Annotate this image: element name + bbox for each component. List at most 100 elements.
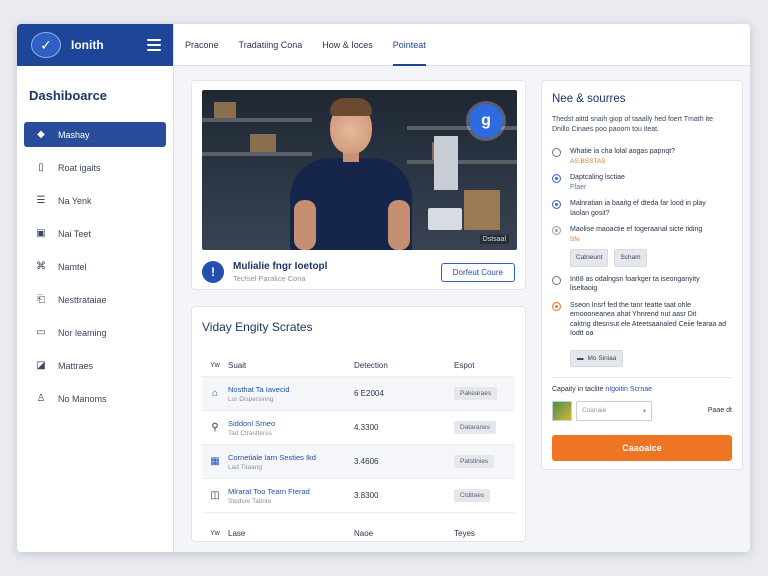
tab-tradatiing-cona[interactable]: Tradatiing Cona bbox=[239, 24, 303, 66]
laptop bbox=[428, 208, 462, 230]
row-export-pill[interactable]: Pakearaes bbox=[454, 387, 498, 400]
question-sub: Sfe bbox=[570, 235, 580, 243]
sidebar-item-namtel[interactable]: ⌘ Namtel bbox=[24, 254, 166, 279]
row-name: Siddonl Srneo Tad Ctrastterss bbox=[228, 419, 354, 437]
question-sub: Ffaer bbox=[570, 183, 587, 191]
row-subtitle: Lad Titaang bbox=[228, 463, 262, 471]
row-export-pill[interactable]: Dataranes bbox=[454, 421, 496, 434]
user-icon: ♙ bbox=[36, 393, 46, 404]
row-export-pill[interactable]: Patstinies bbox=[454, 455, 495, 468]
home-icon: ⌂ bbox=[211, 388, 219, 399]
tag-icon: ◆ bbox=[37, 129, 45, 140]
row-detection: 6 E2004 bbox=[354, 389, 384, 398]
row-detection: 3.4606 bbox=[354, 457, 379, 466]
capacity-link[interactable]: nIgoitin Scrnae bbox=[605, 386, 652, 393]
chart-icon: ◪ bbox=[36, 360, 46, 371]
question-item[interactable]: Daptcaling lsctiae Ffaer bbox=[542, 173, 742, 192]
video-title: Mulialie fngr Ioetopl bbox=[233, 261, 328, 272]
brand-badge-icon[interactable]: g bbox=[469, 104, 503, 138]
person-arm bbox=[294, 200, 316, 250]
row-subtitle: Lor Dispersinng bbox=[228, 395, 274, 403]
tab-how-ioces[interactable]: How & Ioces bbox=[322, 24, 373, 66]
image-icon: ▣ bbox=[36, 228, 46, 239]
table-footer-cell: Lase bbox=[228, 528, 246, 538]
doc-icon: ⎗ bbox=[37, 294, 45, 305]
table-row[interactable]: ⚲ Siddonl Srneo Tad Ctrastterss 4.3300 D… bbox=[202, 411, 515, 445]
table-header-cell: Espot bbox=[454, 361, 475, 370]
table-row[interactable]: ▦ Cornetiale Iarn Sesties Ikd Lad Titaan… bbox=[202, 445, 515, 479]
sidebar: ✓ Ionith Dashiboarce ◆ Mashay ▯ Roat iga… bbox=[17, 24, 174, 552]
question-sub: AS BSSTAS bbox=[570, 157, 606, 165]
primary-cta-button[interactable]: Caaoaice bbox=[552, 434, 732, 461]
tab-pracone[interactable]: Pracone bbox=[185, 24, 219, 66]
sidebar-item-nor-leaming[interactable]: ▭ Nor leaming bbox=[24, 320, 166, 345]
radio-empty-icon[interactable] bbox=[552, 275, 561, 285]
person-hair bbox=[330, 98, 372, 116]
table-header-row: Yw Suait Detection Espot bbox=[202, 355, 515, 377]
chip-catneunt[interactable]: Catneunt bbox=[570, 249, 609, 267]
panel-description: Thedst aittd snaih giop of taaally hed f… bbox=[552, 116, 713, 133]
camera-icon: ▬ bbox=[577, 354, 584, 362]
sidebar-item-roat-igaits[interactable]: ▯ Roat igaits bbox=[24, 155, 166, 180]
table-footer-cell: Naoe bbox=[354, 528, 374, 538]
select-placeholder: Coanaie bbox=[582, 407, 607, 414]
row-name: Nosthat Ta Iavecid Lor Dispersinng bbox=[228, 385, 354, 403]
table-header-cell: Detection bbox=[354, 361, 388, 370]
notes-panel: Nee & sourres Thedst aittd snaih giop of… bbox=[541, 80, 743, 470]
question-label: IntI8 as odalngsn foarkger ta iseonganyi… bbox=[570, 275, 700, 283]
question-text: Whatie ia cha lolal aogas papnqt? AS BSS… bbox=[570, 147, 675, 166]
video-text: Mulialie fngr Ioetopl Tecfsel Paralice C… bbox=[233, 261, 441, 283]
row-title: Siddonl Srneo bbox=[228, 418, 276, 428]
sidebar-item-mattraes[interactable]: ◪ Mattraes bbox=[24, 353, 166, 378]
book-icon: ◫ bbox=[210, 490, 220, 501]
question-item[interactable]: IntI8 as odalngsn foarkger ta iseonganyi… bbox=[542, 275, 742, 294]
row-name: Mlrarat Too Tearn Fterad Stedsre Tatinte bbox=[228, 487, 354, 505]
radio-alert-icon[interactable] bbox=[552, 301, 561, 311]
table-footer-row: Yw Lase Naoe Teyes bbox=[202, 523, 515, 543]
question-item[interactable]: Whatie ia cha lolal aogas papnqt? AS BSS… bbox=[542, 147, 742, 166]
row-detection: 4.3300 bbox=[354, 423, 379, 432]
mo-siniaa-chip[interactable]: ▬ Mo Siniaa bbox=[570, 349, 624, 367]
radio-checked-icon[interactable] bbox=[552, 200, 561, 209]
sidebar-item-nai-teet[interactable]: ▣ Nai Teet bbox=[24, 221, 166, 246]
capacity-label: Capaity in taclite bbox=[552, 385, 604, 393]
sidebar-item-mashay[interactable]: ◆ Mashay bbox=[24, 122, 166, 147]
capacity-select[interactable]: Coanaie ▾ bbox=[576, 400, 652, 421]
sidebar-item-na-yenk[interactable]: ☰ Na Yenk bbox=[24, 188, 166, 213]
table-row[interactable]: ⌂ Nosthat Ta Iavecid Lor Dispersinng 6 E… bbox=[202, 377, 515, 411]
row-subtitle: Stedsre Tatinte bbox=[228, 497, 272, 505]
pin-icon: ⚲ bbox=[211, 422, 219, 433]
question-label: Daptcaling lsctiae bbox=[570, 174, 625, 181]
question-item[interactable]: Sseon Insrf fed the tanr teatte taat ohl… bbox=[542, 301, 742, 339]
radio-empty-icon[interactable] bbox=[552, 148, 561, 157]
shelf-box bbox=[250, 134, 276, 152]
menu-hamburger-icon[interactable] bbox=[147, 39, 161, 51]
table-title: Viday Engity Scrates bbox=[202, 320, 313, 334]
table-card: Viday Engity Scrates Yw Suait Detection … bbox=[191, 306, 526, 542]
person-arm bbox=[388, 200, 410, 250]
table-row[interactable]: ◫ Mlrarat Too Tearn Fterad Stedsre Tatin… bbox=[202, 479, 515, 513]
tab-pointeat[interactable]: Pointeat bbox=[392, 24, 426, 66]
table-footer-cell: Yw bbox=[210, 529, 220, 537]
monitor-icon: ▭ bbox=[36, 327, 46, 338]
select-row: Coanaie ▾ Paae dt bbox=[542, 393, 742, 421]
shelf-box bbox=[214, 102, 236, 118]
video-card: g Dstsaal ! Mulialie fngr Ioetopl Tecfse… bbox=[191, 80, 526, 290]
grid-icon: ▦ bbox=[210, 456, 220, 467]
sidebar-item-nesttrataiae[interactable]: ⎗ Nesttrataiae bbox=[24, 287, 166, 312]
video-player[interactable]: g Dstsaal bbox=[202, 90, 517, 250]
question-text: Maolise maoactie ef togeraanal sicte tid… bbox=[570, 225, 702, 267]
sidebar-item-no-manoms[interactable]: ♙ No Manoms bbox=[24, 386, 166, 411]
row-export-pill[interactable]: Ctdttaes bbox=[454, 489, 491, 502]
shelf bbox=[202, 118, 312, 122]
question-item[interactable]: Maolise maoactie ef togeraanal sicte tid… bbox=[542, 225, 742, 267]
question-text: IntI8 as odalngsn foarkger ta iseonganyi… bbox=[570, 275, 700, 294]
radio-checked-icon[interactable] bbox=[552, 174, 561, 183]
sidebar-item-label: Na Yenk bbox=[58, 195, 92, 206]
question-item[interactable]: Malnratian ia baaitg ef dteda far lood i… bbox=[542, 199, 742, 218]
question-label: Whatie ia cha lolal aogas papnqt? bbox=[570, 148, 676, 155]
default-course-button[interactable]: Dorfeut Coure bbox=[440, 262, 515, 282]
radio-disabled-icon[interactable] bbox=[552, 226, 561, 235]
app-window: ✓ Ionith Dashiboarce ◆ Mashay ▯ Roat iga… bbox=[17, 24, 750, 552]
chip-scham[interactable]: Scham bbox=[614, 249, 647, 267]
